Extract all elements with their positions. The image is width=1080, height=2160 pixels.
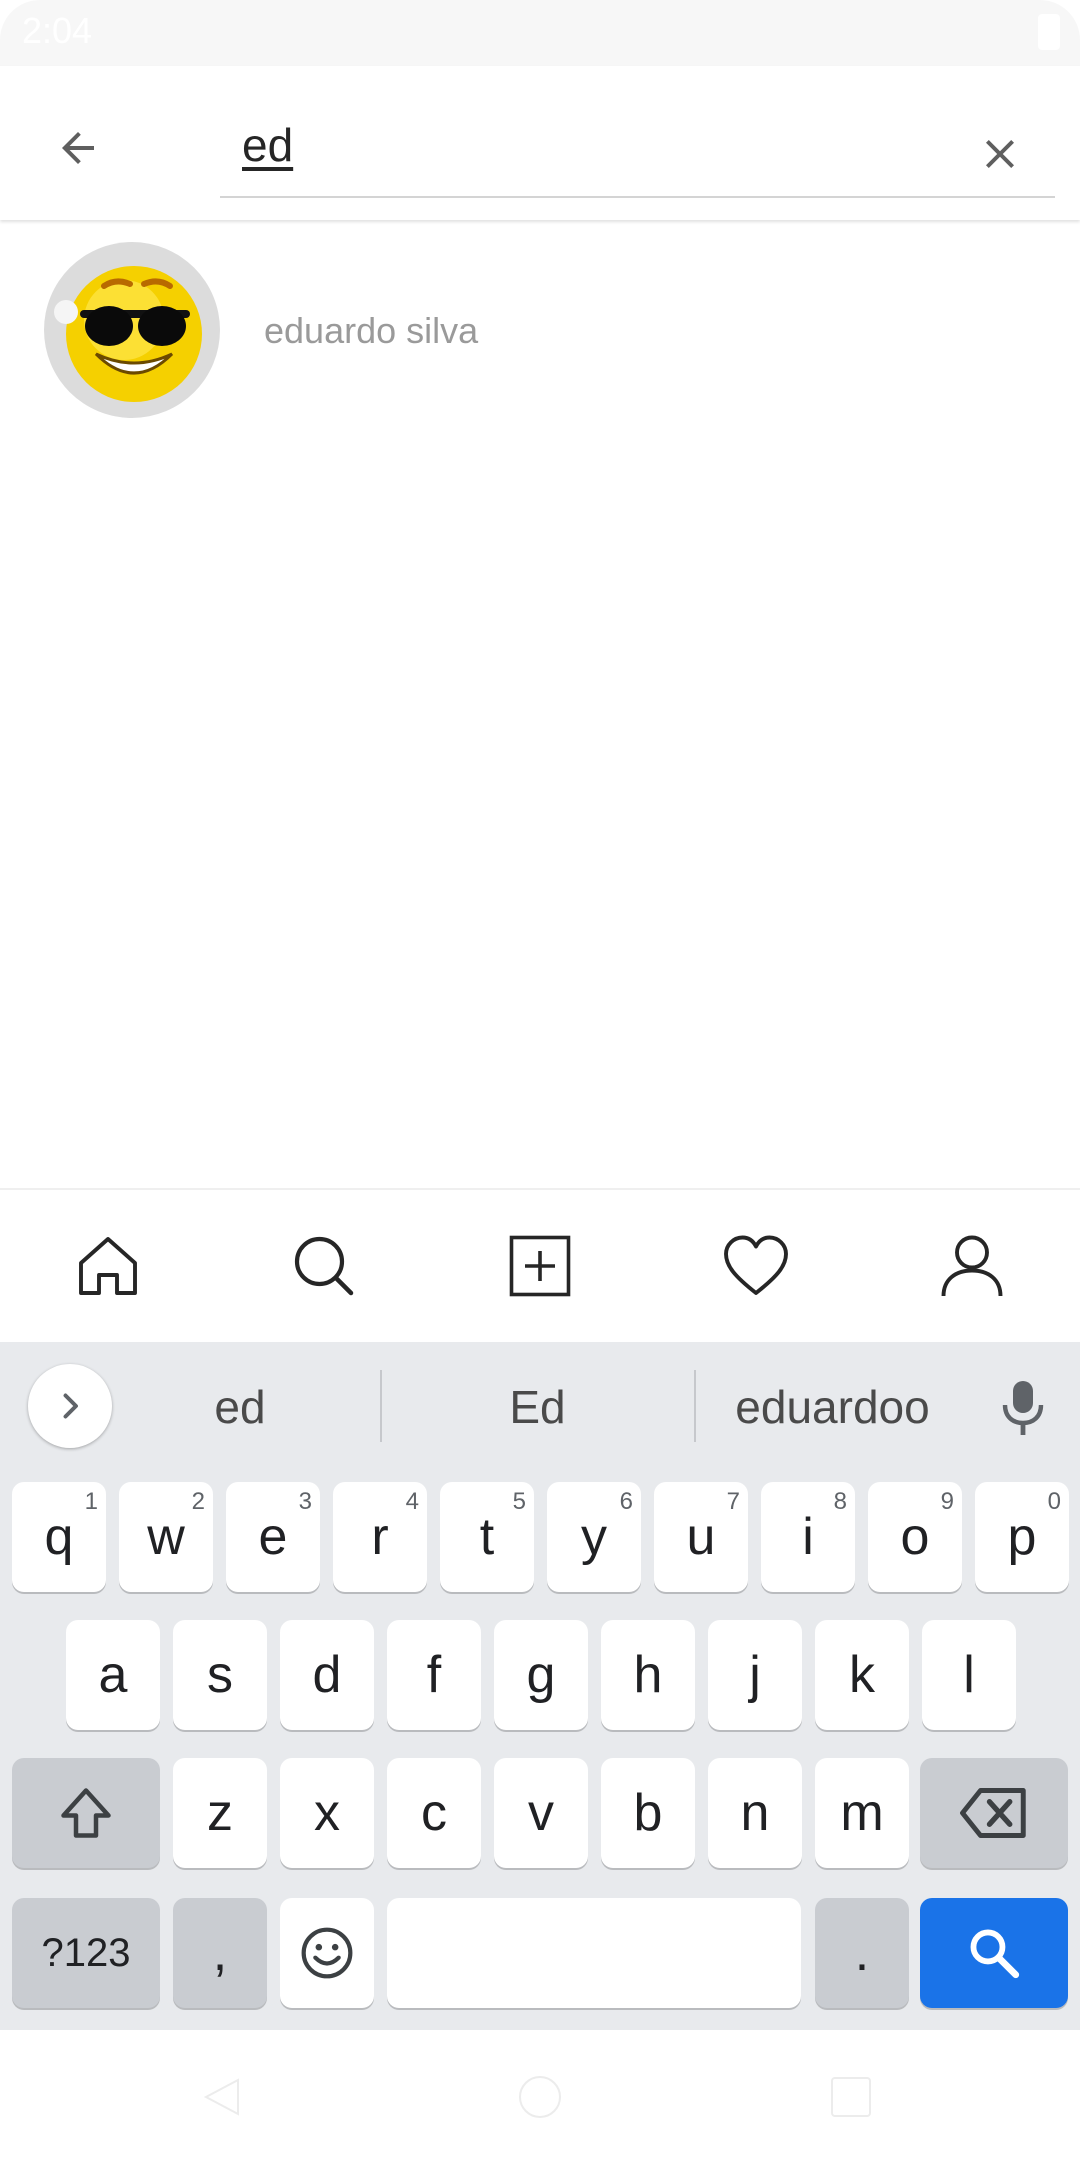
key-o[interactable]: o9 [868, 1482, 962, 1592]
search-icon [970, 1929, 1020, 1979]
bottom-navigation [0, 1188, 1080, 1342]
nav-back-icon[interactable] [198, 2074, 244, 2120]
keyboard: ed Ed eduardoo q1 w2 e3 r4 t5 y6 u7 i8 o… [0, 1342, 1080, 2030]
key-label: t [479, 1508, 495, 1566]
key-m[interactable]: m [815, 1758, 909, 1868]
key-d[interactable]: d [280, 1620, 374, 1730]
backspace-icon [960, 1788, 1026, 1838]
nav-add-post-button[interactable] [500, 1226, 580, 1306]
add-post-icon [509, 1235, 571, 1297]
key-c[interactable]: c [387, 1758, 481, 1868]
smiley-icon [301, 1927, 353, 1979]
search-input[interactable]: ed [220, 106, 1055, 198]
key-label: y [581, 1508, 607, 1566]
key-l[interactable]: l [922, 1620, 1016, 1730]
search-action-key[interactable] [920, 1898, 1068, 2008]
key-hint: 6 [619, 1488, 633, 1515]
key-label: u [686, 1508, 716, 1566]
key-label: i [802, 1508, 814, 1566]
key-hint: 2 [191, 1488, 205, 1515]
backspace-key[interactable] [920, 1758, 1068, 1868]
shift-key[interactable] [12, 1758, 160, 1868]
clear-search-button[interactable] [962, 116, 1038, 192]
key-p[interactable]: p0 [975, 1482, 1069, 1592]
nav-home-button[interactable] [68, 1226, 148, 1306]
key-z[interactable]: z [173, 1758, 267, 1868]
suggestions-expand-button[interactable] [28, 1364, 112, 1448]
result-username: eduardo silva [264, 310, 479, 351]
search-result-item[interactable]: eduardo silva [0, 240, 1080, 420]
search-input-text: ed [242, 119, 294, 171]
key-hint: 7 [726, 1488, 740, 1515]
key-label: e [258, 1508, 288, 1566]
battery-icon [1038, 14, 1060, 50]
key-r[interactable]: r4 [333, 1482, 427, 1592]
key-b[interactable]: b [601, 1758, 695, 1868]
status-bar: 2:04 [0, 0, 1080, 66]
nav-activity-button[interactable] [716, 1226, 796, 1306]
emoji-key[interactable] [280, 1898, 374, 2008]
key-n[interactable]: n [708, 1758, 802, 1868]
avatar [44, 242, 220, 418]
search-icon [294, 1236, 354, 1296]
heart-icon [724, 1235, 788, 1295]
key-i[interactable]: i8 [761, 1482, 855, 1592]
key-t[interactable]: t5 [440, 1482, 534, 1592]
shift-icon [61, 1788, 111, 1838]
suggestion-1[interactable]: ed [130, 1372, 350, 1442]
key-g[interactable]: g [494, 1620, 588, 1730]
key-u[interactable]: u7 [654, 1482, 748, 1592]
symbols-key[interactable]: ?123 [12, 1898, 160, 2008]
nav-search-button[interactable] [284, 1226, 364, 1306]
system-navigation-bar [0, 2030, 1080, 2160]
nav-recents-icon[interactable] [828, 2074, 874, 2120]
suggestion-2[interactable]: Ed [410, 1372, 665, 1442]
suggestion-divider [380, 1370, 382, 1442]
voice-input-button[interactable] [990, 1372, 1056, 1442]
chevron-right-icon [63, 1393, 78, 1419]
key-label: o [900, 1508, 930, 1566]
key-hint: 0 [1047, 1488, 1061, 1515]
arrow-left-icon [62, 132, 94, 164]
key-s[interactable]: s [173, 1620, 267, 1730]
search-header: ed [0, 66, 1080, 220]
key-h[interactable]: h [601, 1620, 695, 1730]
key-j[interactable]: j [708, 1620, 802, 1730]
key-f[interactable]: f [387, 1620, 481, 1730]
key-label: r [371, 1508, 389, 1566]
key-label: w [147, 1508, 185, 1566]
key-hint: 5 [512, 1488, 526, 1515]
key-x[interactable]: x [280, 1758, 374, 1868]
key-v[interactable]: v [494, 1758, 588, 1868]
suggestion-3[interactable]: eduardoo [710, 1372, 955, 1442]
suggestion-divider [694, 1370, 696, 1442]
space-key[interactable] [387, 1898, 801, 2008]
key-q[interactable]: q1 [12, 1482, 106, 1592]
nav-home-icon[interactable] [517, 2074, 563, 2120]
key-hint: 1 [84, 1488, 98, 1515]
key-hint: 9 [940, 1488, 954, 1515]
home-icon [79, 1237, 137, 1295]
profile-icon [941, 1235, 1003, 1297]
key-hint: 3 [298, 1488, 312, 1515]
comma-key[interactable]: , [173, 1898, 267, 2008]
close-icon [986, 140, 1014, 168]
key-label: q [44, 1508, 74, 1566]
back-button[interactable] [40, 110, 116, 186]
key-w[interactable]: w2 [119, 1482, 213, 1592]
nav-profile-button[interactable] [932, 1226, 1012, 1306]
key-a[interactable]: a [66, 1620, 160, 1730]
period-key[interactable]: . [815, 1898, 909, 2008]
key-hint: 4 [405, 1488, 419, 1515]
key-label: p [1007, 1508, 1037, 1566]
microphone-icon [1002, 1381, 1044, 1435]
sunglasses-emoji-icon [54, 266, 202, 402]
key-e[interactable]: e3 [226, 1482, 320, 1592]
key-y[interactable]: y6 [547, 1482, 641, 1592]
key-hint: 8 [833, 1488, 847, 1515]
key-k[interactable]: k [815, 1620, 909, 1730]
status-time: 2:04 [22, 10, 93, 51]
